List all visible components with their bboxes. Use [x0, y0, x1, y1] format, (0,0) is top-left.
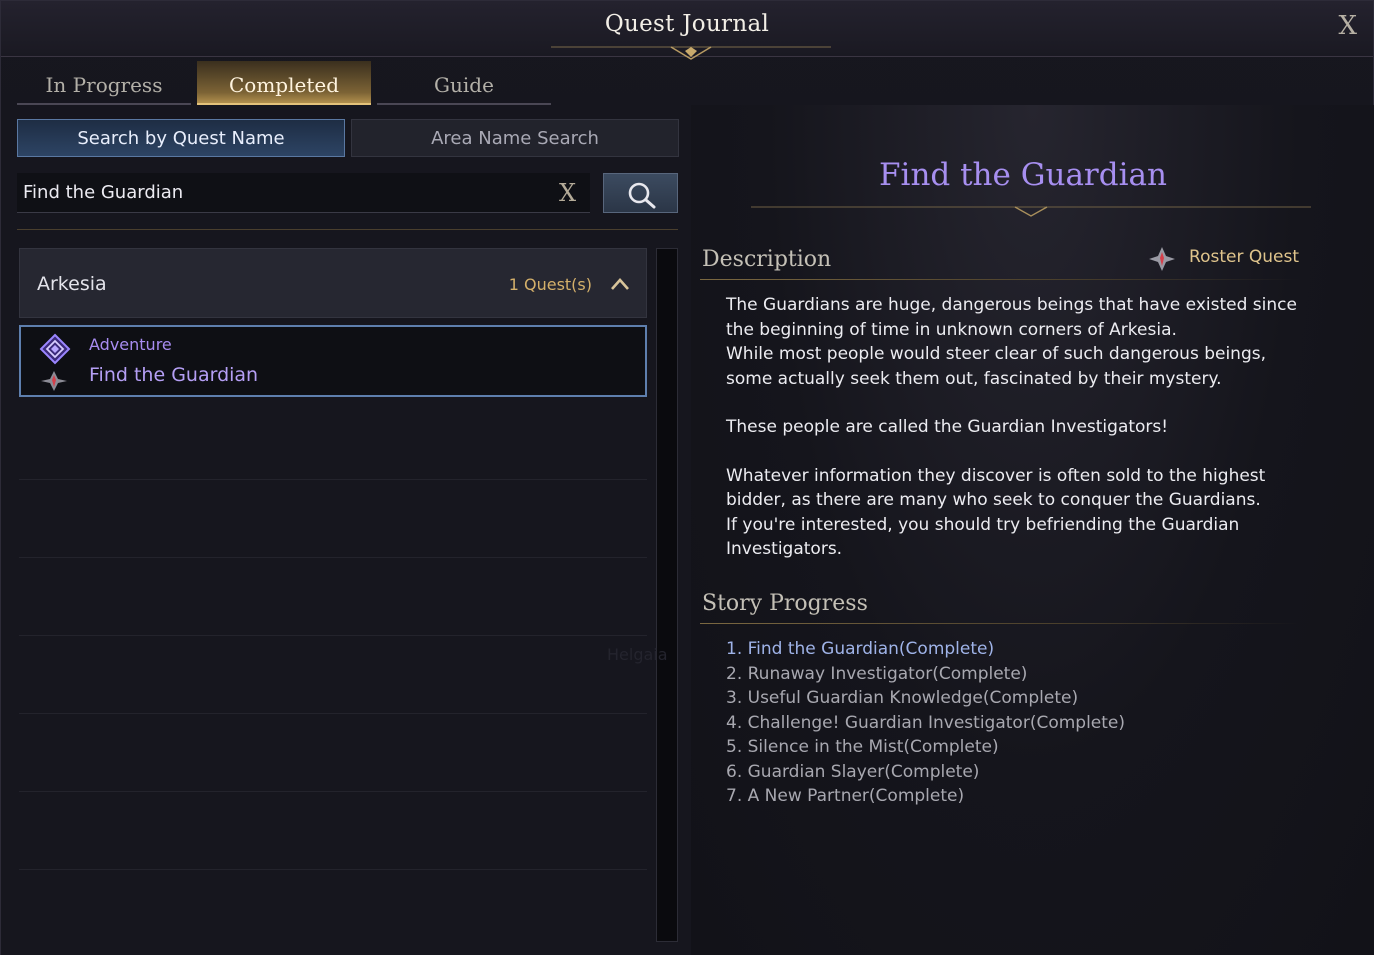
quest-name: Find the Guardian: [89, 364, 259, 386]
list-scrollbar[interactable]: [656, 248, 678, 942]
quest-journal-window: Quest Journal X In Progress Completed Gu…: [0, 0, 1374, 955]
quest-detail-title: Find the Guardian: [879, 157, 1167, 193]
title-divider-ornament-icon: [751, 206, 1311, 217]
description-divider: [700, 279, 1300, 280]
quest-count: 1 Quest(s): [508, 275, 592, 294]
search-row: Find the Guardian X: [17, 173, 678, 213]
clear-search-icon[interactable]: X: [559, 179, 576, 207]
quest-list-panel: Search by Quest Name Area Name Search Fi…: [1, 105, 691, 955]
description-paragraph: These people are called the Guardian Inv…: [726, 417, 1169, 437]
search-button[interactable]: [603, 173, 678, 213]
list-divider: [19, 713, 647, 714]
tab-bar: In Progress Completed Guide: [17, 61, 551, 105]
quest-category: Adventure: [89, 335, 172, 354]
roster-quest-icon: [41, 371, 67, 391]
faded-map-label: Helgaia: [607, 645, 668, 664]
tab-in-progress[interactable]: In Progress: [17, 61, 191, 105]
tab-completed[interactable]: Completed: [197, 61, 371, 105]
area-name-search-button[interactable]: Area Name Search: [351, 119, 679, 157]
description-heading: Description: [702, 247, 832, 272]
tab-guide[interactable]: Guide: [377, 61, 551, 105]
search-icon: [628, 182, 656, 209]
description-paragraph: If you're interested, you should try bef…: [726, 514, 1240, 560]
search-mode-toggle: Search by Quest Name Area Name Search: [17, 119, 679, 157]
close-button[interactable]: X: [1338, 11, 1357, 41]
area-group-header[interactable]: Arkesia 1 Quest(s): [19, 248, 647, 318]
quest-type-label: Roster Quest: [1189, 247, 1299, 267]
title-ornament-icon: [551, 46, 831, 60]
story-progress-heading: Story Progress: [702, 591, 868, 616]
story-step: 3. Useful Guardian Knowledge(Complete): [726, 688, 1079, 708]
quest-description: The Guardians are huge, dangerous beings…: [726, 293, 1316, 562]
adventure-icon: [39, 333, 71, 365]
story-step: 2. Runaway Investigator(Complete): [726, 663, 1028, 684]
description-paragraph: Whatever information they discover is of…: [726, 465, 1266, 511]
story-divider: [700, 623, 1300, 624]
story-step: 7. A New Partner(Complete): [726, 786, 965, 806]
title-bar: Quest Journal X: [1, 1, 1373, 60]
divider: [17, 229, 678, 230]
description-paragraph: While most people would steer clear of s…: [726, 344, 1267, 389]
area-name: Arkesia: [37, 273, 107, 295]
chevron-up-icon: [611, 278, 629, 290]
search-by-quest-name-button[interactable]: Search by Quest Name: [17, 119, 345, 157]
story-step: 6. Guardian Slayer(Complete): [726, 761, 980, 782]
list-divider: [19, 479, 647, 480]
list-divider: [19, 869, 647, 870]
roster-quest-icon: [1149, 247, 1175, 271]
window-title: Quest Journal: [604, 11, 770, 37]
description-paragraph: The Guardians are huge, dangerous beings…: [726, 295, 1297, 340]
quest-list: Arkesia 1 Quest(s) Adventure Find the Gu…: [19, 248, 647, 942]
story-step: 4. Challenge! Guardian Investigator(Comp…: [726, 712, 1126, 733]
list-divider: [19, 635, 647, 636]
story-step: 5. Silence in the Mist(Complete): [726, 737, 999, 757]
quest-detail-panel: Find the Guardian Description Roster Que…: [691, 105, 1374, 955]
search-input[interactable]: Find the Guardian: [17, 173, 590, 213]
story-step: 1. Find the Guardian(Complete): [726, 639, 995, 659]
quest-list-item[interactable]: Adventure Find the Guardian: [19, 325, 647, 397]
list-divider: [19, 791, 647, 792]
story-progress-list: 1. Find the Guardian(Complete) 2. Runawa…: [726, 637, 1125, 809]
list-divider: [19, 557, 647, 558]
